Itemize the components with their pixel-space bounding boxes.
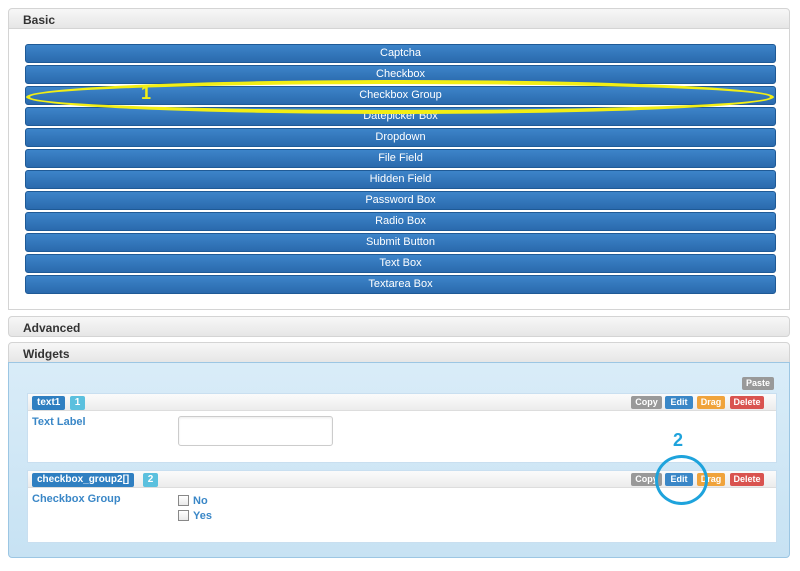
annotation-number-1: 1 <box>141 83 152 103</box>
submit-button-button[interactable]: Submit Button <box>25 233 776 252</box>
highlight-ellipse <box>26 80 774 114</box>
checkbox-option-label: No <box>193 495 208 507</box>
password-box-button[interactable]: Password Box <box>25 191 776 210</box>
basic-fields-panel: Captcha Checkbox Checkbox Group Datepick… <box>8 29 790 310</box>
copy-button[interactable]: Copy <box>631 396 662 409</box>
widget-text1: text1 1 Copy Edit Drag Delete Text Label <box>27 393 777 463</box>
highlight-circle <box>655 455 708 505</box>
widget-toolbar: text1 1 Copy Edit Drag Delete <box>28 394 776 411</box>
checkbox-icon[interactable] <box>178 495 189 506</box>
widget-name-badge: text1 <box>32 396 66 410</box>
widget-field-label: Text Label <box>32 416 86 428</box>
annotation-number-2: 2 <box>673 430 684 450</box>
checkbox-icon[interactable] <box>178 510 189 521</box>
edit-button[interactable]: Edit <box>665 396 693 409</box>
hidden-field-button[interactable]: Hidden Field <box>25 170 776 189</box>
advanced-section-header[interactable]: Advanced <box>8 316 790 337</box>
delete-button[interactable]: Delete <box>730 473 764 486</box>
captcha-button[interactable]: Captcha <box>25 44 776 63</box>
text-box-button[interactable]: Text Box <box>25 254 776 273</box>
drag-button[interactable]: Drag <box>697 396 725 409</box>
radio-box-button[interactable]: Radio Box <box>25 212 776 231</box>
checkbox-option-label: Yes <box>193 510 212 522</box>
text-label-input[interactable] <box>178 416 333 446</box>
file-field-button[interactable]: File Field <box>25 149 776 168</box>
widget-number-badge: 2 <box>143 473 158 487</box>
textarea-box-button[interactable]: Textarea Box <box>25 275 776 294</box>
dropdown-button[interactable]: Dropdown <box>25 128 776 147</box>
widgets-section-header[interactable]: Widgets <box>8 342 790 363</box>
paste-button[interactable]: Paste <box>742 377 774 390</box>
delete-button[interactable]: Delete <box>730 396 764 409</box>
widget-name-badge: checkbox_group2[] <box>32 473 135 487</box>
widget-number-badge: 1 <box>70 396 85 410</box>
basic-section-header[interactable]: Basic <box>8 8 790 29</box>
widget-field-label: Checkbox Group <box>32 493 121 505</box>
